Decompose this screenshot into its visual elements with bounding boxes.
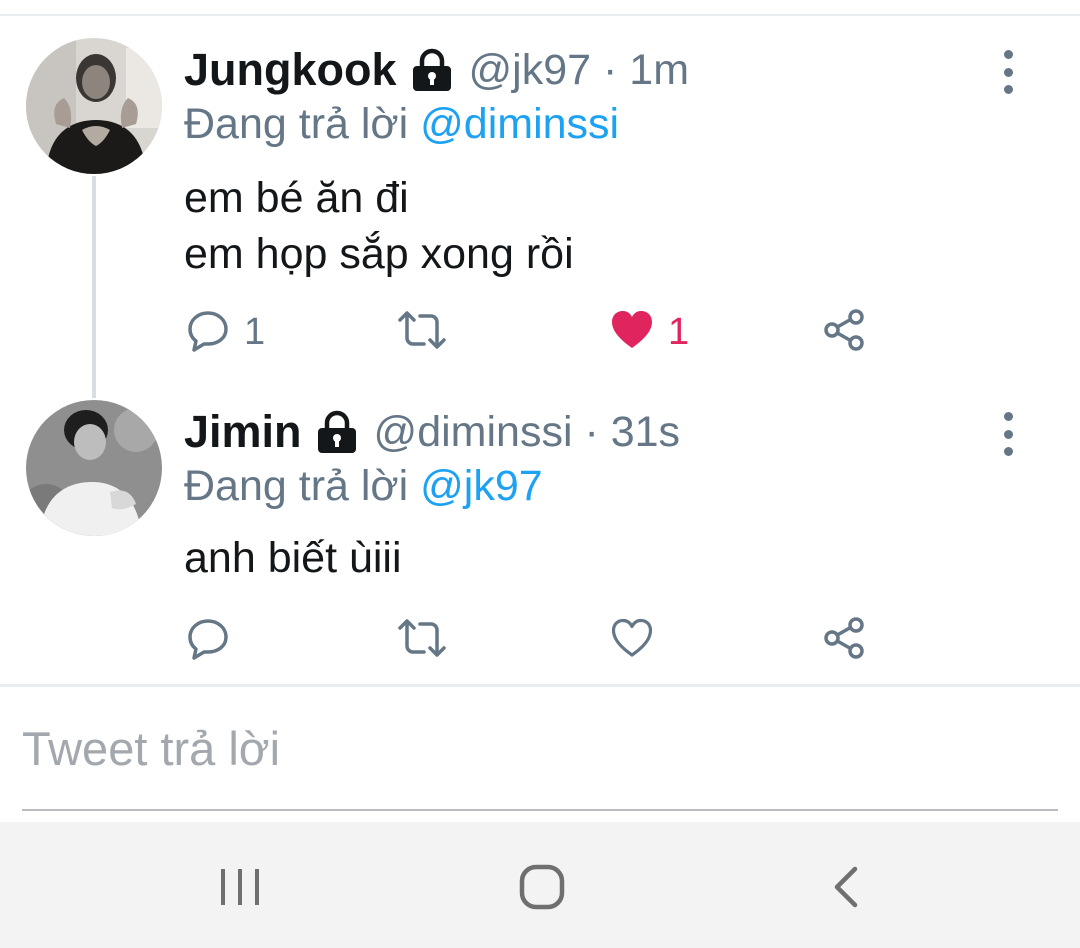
back-icon[interactable] (806, 852, 886, 922)
system-navigation-bar (0, 822, 1080, 948)
share-button[interactable] (822, 616, 866, 664)
replying-to-mention[interactable]: @diminssi (420, 100, 619, 148)
retweet-icon (396, 308, 448, 357)
handle-and-timestamp: @diminssi · 31s (373, 407, 681, 456)
top-divider (0, 14, 1080, 16)
reply-icon (186, 308, 230, 357)
reply-compose-input[interactable] (22, 718, 1058, 778)
reply-button[interactable] (186, 616, 244, 664)
replying-to-mention[interactable]: @jk97 (420, 462, 543, 510)
replying-to: Đang trả lời @diminssi (184, 100, 619, 149)
thread-connector-line (92, 176, 96, 398)
like-count: 1 (668, 310, 690, 353)
share-icon (822, 616, 866, 665)
compose-underline (22, 809, 1058, 811)
heart-outline-icon (610, 616, 654, 665)
more-options-icon[interactable] (996, 412, 1020, 456)
tweet-actions: 1 1 (184, 308, 884, 356)
avatar-jimin[interactable] (26, 400, 162, 536)
compose-divider (0, 684, 1080, 687)
heart-filled-icon (610, 308, 654, 357)
replying-to-label: Đang trả lời (184, 100, 409, 148)
tweet-text-line: em họp sắp xong rồi (184, 230, 574, 278)
share-button[interactable] (822, 308, 866, 356)
lock-icon (409, 47, 455, 93)
display-name[interactable]: Jungkook (184, 44, 397, 96)
retweet-icon (396, 616, 448, 665)
like-button[interactable] (610, 616, 668, 664)
replying-to-label: Đang trả lời (184, 462, 409, 510)
display-name[interactable]: Jimin (184, 406, 302, 458)
reply-count: 1 (244, 310, 266, 353)
recent-apps-icon[interactable] (200, 852, 280, 922)
home-icon[interactable] (502, 852, 582, 922)
avatar-jungkook[interactable] (26, 38, 162, 174)
handle-and-timestamp: @jk97 · 1m (468, 45, 690, 94)
tweet-text: anh biết ùiii (184, 530, 402, 586)
like-button[interactable]: 1 (610, 308, 689, 356)
lock-icon (314, 409, 360, 455)
tweet-1-header: Jungkook @jk97 · 1m (184, 44, 689, 96)
tweet-text-line: em bé ăn đi (184, 174, 409, 222)
retweet-button[interactable] (396, 308, 462, 356)
more-options-icon[interactable] (996, 50, 1020, 94)
share-icon (822, 308, 866, 357)
tweet-thread-screen: Jungkook @jk97 · 1m Đang trả lời @dimins… (0, 0, 1080, 948)
reply-icon (186, 616, 230, 665)
tweet-text-line: anh biết ùiii (184, 534, 402, 582)
tweet-actions (184, 616, 884, 664)
replying-to: Đang trả lời @jk97 (184, 462, 543, 511)
tweet-2-header: Jimin @diminssi · 31s (184, 406, 680, 458)
reply-button[interactable]: 1 (186, 308, 265, 356)
tweet-text: em bé ăn đi em họp sắp xong rồi (184, 170, 574, 282)
retweet-button[interactable] (396, 616, 462, 664)
